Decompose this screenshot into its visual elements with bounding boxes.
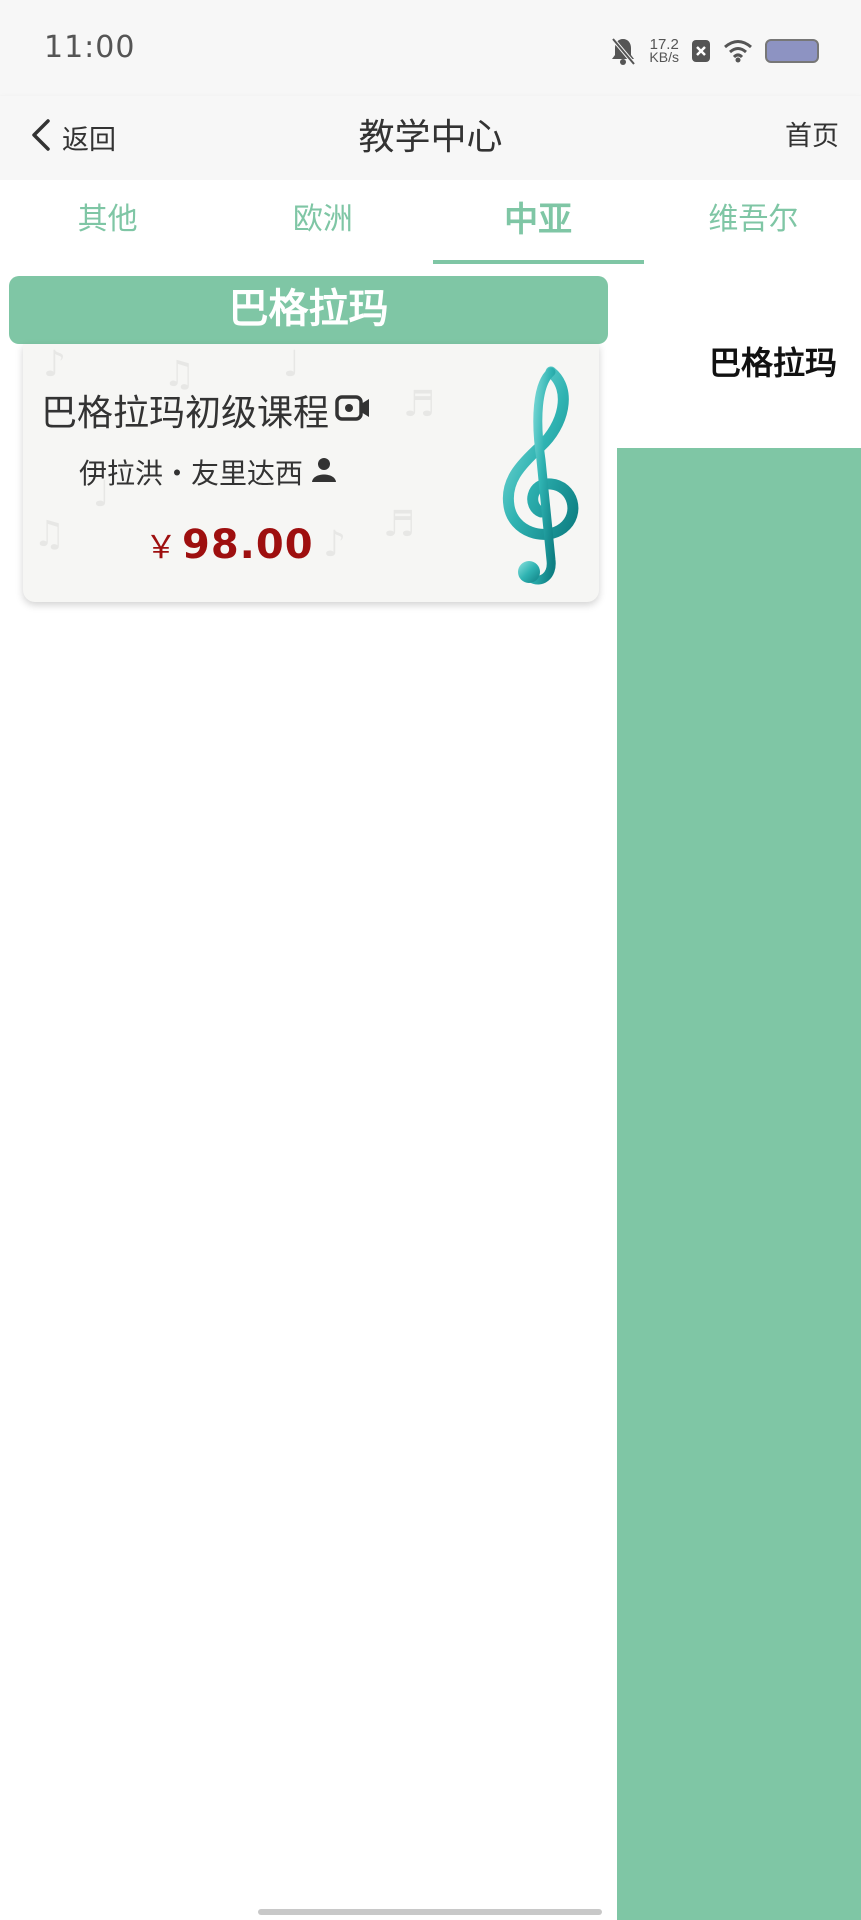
music-note-decoration: ♪ — [323, 524, 346, 565]
category-sidebar: 巴格拉玛 — [617, 264, 861, 1920]
tab-label: 其他 — [77, 202, 138, 237]
music-note-decoration: ♬ — [383, 504, 416, 545]
tab-label: 欧洲 — [292, 202, 353, 237]
course-card[interactable]: ♪ ♫ ♩ ♬ ♫ ♩ ♪ ♬ 巴格拉玛初级课程 伊拉洪・友里达西 ￥ 98.00 — [23, 344, 599, 602]
price-value: 98.00 — [182, 522, 314, 568]
tab-other[interactable]: 其他 — [0, 180, 215, 264]
category-header: 巴格拉玛 — [9, 276, 608, 344]
app-header: 返回 教学中心 首页 — [0, 96, 861, 180]
course-price: ￥ 98.00 — [145, 522, 314, 568]
course-title-text: 巴格拉玛初级课程 — [41, 393, 330, 434]
status-bar: 11:00 17.2 KB/s — [0, 0, 861, 96]
music-note-decoration: ♫ — [33, 514, 66, 555]
network-speed: 17.2 KB/s — [649, 37, 679, 65]
status-icons: 17.2 KB/s — [609, 34, 819, 68]
home-indicator[interactable] — [258, 1909, 602, 1915]
person-icon — [311, 456, 337, 489]
video-icon — [335, 390, 371, 431]
music-note-decoration: ♩ — [283, 344, 300, 385]
battery-icon — [765, 39, 819, 63]
status-time: 11:00 — [44, 30, 136, 65]
music-note-decoration: ♪ — [43, 344, 66, 385]
tab-uyghur[interactable]: 维吾尔 — [646, 180, 861, 264]
region-tabs: 其他 欧洲 中亚 维吾尔 — [0, 180, 861, 264]
page-title: 教学中心 — [358, 117, 503, 158]
tab-central-asia[interactable]: 中亚 — [431, 180, 646, 264]
sidebar-item-bagelama[interactable]: 巴格拉玛 — [617, 264, 861, 448]
course-title: 巴格拉玛初级课程 — [41, 384, 371, 436]
active-tab-indicator — [432, 260, 644, 264]
teacher-name: 伊拉洪・友里达西 — [79, 452, 337, 492]
tab-label: 中亚 — [504, 200, 573, 240]
sidebar-item-label: 巴格拉玛 — [708, 344, 837, 382]
network-speed-unit: KB/s — [649, 49, 679, 65]
tab-label: 维吾尔 — [708, 202, 799, 237]
currency-symbol: ￥ — [145, 528, 179, 566]
sim-off-icon — [691, 39, 711, 63]
music-note-decoration: ♬ — [403, 384, 436, 425]
teacher-name-text: 伊拉洪・友里达西 — [79, 457, 304, 490]
bell-muted-icon — [609, 36, 637, 66]
wifi-icon — [723, 39, 753, 63]
treble-clef-icon — [489, 360, 589, 594]
tab-europe[interactable]: 欧洲 — [215, 180, 430, 264]
home-button[interactable]: 首页 — [785, 112, 839, 162]
